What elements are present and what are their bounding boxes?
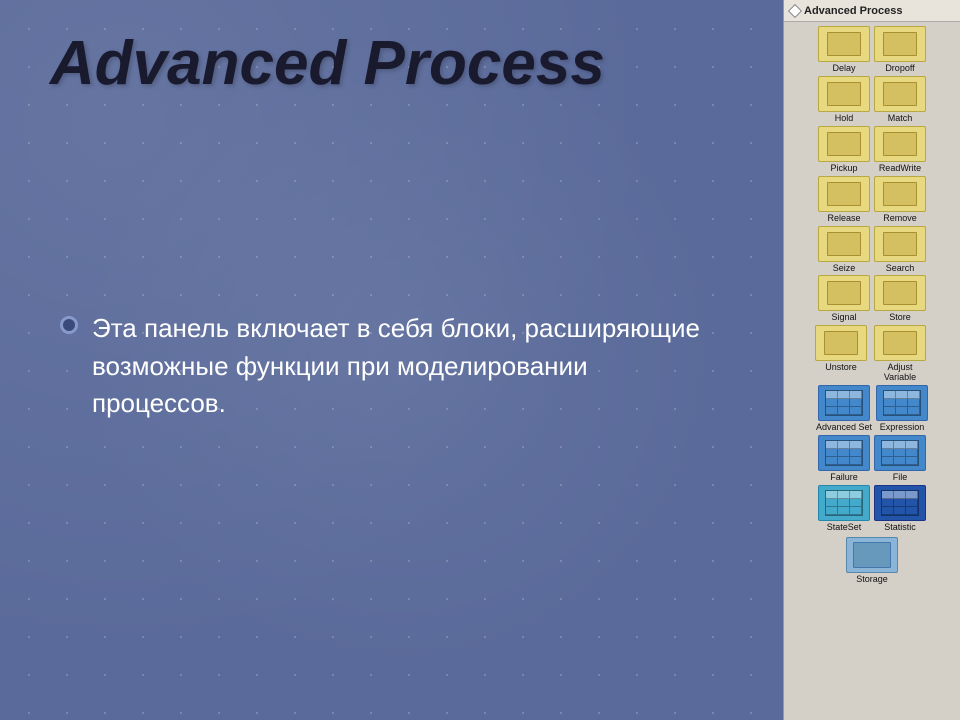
stateset-label: StateSet [827,523,862,533]
block-row-4: Release Remove [788,176,956,224]
unstore-label: Unstore [825,363,857,373]
bullet-item: Эта панель включает в себя блоки, расшир… [60,310,710,423]
block-row-1: Delay Dropoff [788,26,956,74]
block-row-storage: Storage [788,535,956,589]
block-signal[interactable]: Signal [818,275,870,323]
block-storage[interactable]: Storage [846,537,898,585]
advanced-set-label: Advanced Set [816,423,872,433]
unstore-icon [815,325,867,361]
pickup-label: Pickup [830,164,857,174]
delay-icon [818,26,870,62]
block-row-3: Pickup ReadWrite [788,126,956,174]
search-icon [874,226,926,262]
block-dropoff[interactable]: Dropoff [874,26,926,74]
storage-label: Storage [856,575,888,585]
block-row-6: Signal Store [788,275,956,323]
block-row-2: Hold Match [788,76,956,124]
signal-icon [818,275,870,311]
block-hold[interactable]: Hold [818,76,870,124]
block-row-10: StateSet Statistic [788,485,956,533]
block-statistic[interactable]: Statistic [874,485,926,533]
dropoff-icon [874,26,926,62]
right-panel: Advanced Process Delay Dropoff Hold Matc… [783,0,960,720]
seize-label: Seize [833,264,856,274]
block-unstore[interactable]: Unstore [815,325,867,383]
delay-label: Delay [832,64,855,74]
failure-icon [818,435,870,471]
readwrite-icon [874,126,926,162]
match-icon [874,76,926,112]
block-row-5: Seize Search [788,226,956,274]
release-icon [818,176,870,212]
file-label: File [893,473,908,483]
block-advanced-set[interactable]: Advanced Set [816,385,872,433]
page-title: Advanced Process [50,30,605,98]
block-store[interactable]: Store [874,275,926,323]
release-label: Release [827,214,860,224]
statistic-icon [874,485,926,521]
adjust-variable-icon [874,325,926,361]
block-seize[interactable]: Seize [818,226,870,274]
pickup-icon [818,126,870,162]
block-row-8: Advanced Set Expression [788,385,956,433]
store-icon [874,275,926,311]
statistic-label: Statistic [884,523,916,533]
bullet-text: Эта панель включает в себя блоки, расшир… [92,310,710,423]
store-label: Store [889,313,911,323]
block-stateset[interactable]: StateSet [818,485,870,533]
failure-label: Failure [830,473,858,483]
block-file[interactable]: File [874,435,926,483]
hold-label: Hold [835,114,854,124]
block-delay[interactable]: Delay [818,26,870,74]
remove-label: Remove [883,214,917,224]
diamond-icon [788,3,802,17]
block-release[interactable]: Release [818,176,870,224]
block-pickup[interactable]: Pickup [818,126,870,174]
match-label: Match [888,114,913,124]
block-row-7: Unstore Adjust Variable [788,325,956,383]
readwrite-label: ReadWrite [879,164,921,174]
main-content-area: Advanced Process Эта панель включает в с… [0,0,783,720]
hold-icon [818,76,870,112]
expression-icon [876,385,928,421]
signal-label: Signal [831,313,856,323]
panel-title-bar: Advanced Process [784,0,960,22]
block-expression[interactable]: Expression [876,385,928,433]
search-label: Search [886,264,915,274]
block-match[interactable]: Match [874,76,926,124]
block-adjust-variable[interactable]: Adjust Variable [871,325,929,383]
storage-icon [846,537,898,573]
block-failure[interactable]: Failure [818,435,870,483]
bullet-dot [60,316,78,334]
adjust-variable-label: Adjust Variable [871,363,929,383]
block-readwrite[interactable]: ReadWrite [874,126,926,174]
block-row-9: Failure File [788,435,956,483]
advanced-set-icon [818,385,870,421]
expression-label: Expression [880,423,925,433]
block-search[interactable]: Search [874,226,926,274]
block-remove[interactable]: Remove [874,176,926,224]
blocks-grid: Delay Dropoff Hold Match Pickup [784,22,960,720]
stateset-icon [818,485,870,521]
remove-icon [874,176,926,212]
dropoff-label: Dropoff [885,64,914,74]
panel-title: Advanced Process [804,5,902,17]
file-icon [874,435,926,471]
seize-icon [818,226,870,262]
